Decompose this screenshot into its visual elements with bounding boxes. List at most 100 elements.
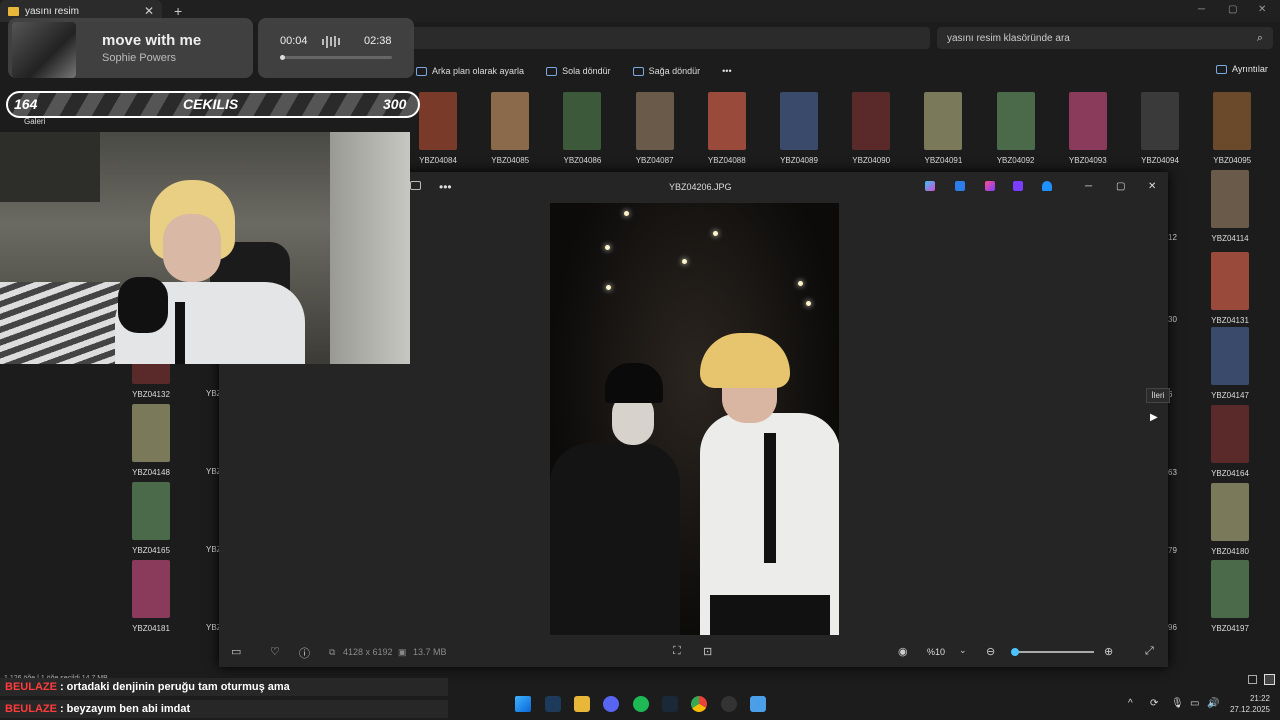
set-background-button[interactable]: Arka plan olarak ayarla	[416, 66, 524, 76]
sidebar-item-galeri[interactable]: Galeri	[24, 117, 45, 126]
thumbnail[interactable]: YBZ04197	[1194, 560, 1266, 633]
heart-icon[interactable]: ♡	[270, 645, 280, 658]
thumbnail[interactable]: YBZ04089	[763, 92, 835, 165]
thumbnail-label: YBZ04131	[1211, 316, 1249, 325]
zoom-slider[interactable]	[1014, 651, 1094, 653]
thumbnail[interactable]: YBZ04094	[1124, 92, 1196, 165]
next-button[interactable]: ▶	[1150, 412, 1164, 426]
thumbnail[interactable]: YBZ04114	[1194, 170, 1266, 243]
rotate-left-button[interactable]: Sola döndür	[546, 66, 611, 76]
taskbar-clock[interactable]: 21:22 27.12.2025	[1224, 693, 1270, 715]
thumbnail-image	[1211, 405, 1249, 463]
chrome-icon[interactable]	[691, 696, 707, 712]
rotate-left-label: Sola döndür	[562, 66, 611, 76]
fit-to-window-icon[interactable]: ⛶	[673, 645, 681, 658]
thumbnail[interactable]: YBZ04148	[115, 404, 187, 477]
chat-text: : beyzayım ben abi imdat	[59, 703, 191, 715]
close-window-button[interactable]: ✕	[1258, 4, 1266, 15]
copilot-icon[interactable]	[925, 181, 935, 191]
app-icon[interactable]	[545, 696, 561, 712]
viewer-more-button[interactable]: •••	[439, 180, 452, 194]
microphone-icon[interactable]: 🎙	[1171, 698, 1184, 709]
total-duration: 02:38	[364, 35, 392, 47]
viewer-minimize-button[interactable]: ─	[1085, 181, 1092, 192]
thumbnail-image	[491, 92, 530, 150]
maximize-button[interactable]: ▢	[1228, 4, 1237, 15]
thumbnail[interactable]: YBZ04181	[115, 560, 187, 633]
thumbnail[interactable]: YBZ04090	[835, 92, 907, 165]
thumbnail-image	[1211, 252, 1249, 310]
zoom-dropdown-icon[interactable]: ⌄	[959, 645, 967, 656]
rotate-right-button[interactable]: Sağa döndür	[632, 66, 700, 76]
thumbnail-image	[1141, 92, 1179, 150]
obs-icon[interactable]	[721, 696, 737, 712]
onedrive-icon[interactable]	[1042, 181, 1052, 191]
microphone	[118, 277, 168, 333]
thumbnail[interactable]: YBZ04091	[907, 92, 979, 165]
file-size: 13.7 MB	[413, 647, 447, 657]
elapsed-time: 00:04	[280, 35, 308, 47]
visual-search-icon[interactable]: ◉	[898, 645, 908, 658]
steam-icon[interactable]	[662, 696, 678, 712]
filmstrip-toggle-icon[interactable]: ▭	[231, 645, 241, 658]
viewer-maximize-button[interactable]: ▢	[1116, 181, 1125, 192]
minimize-button[interactable]: ─	[1198, 4, 1205, 15]
thumbnail-label: YBZ04165	[132, 546, 170, 555]
zoom-level[interactable]: %10	[927, 647, 945, 657]
thumbnail[interactable]: YBZ04165	[115, 482, 187, 555]
zoom-in-icon[interactable]: ⊕	[1104, 645, 1113, 658]
paint-icon[interactable]	[985, 181, 995, 191]
ceiling-light	[713, 231, 718, 236]
spotify-icon[interactable]	[633, 696, 649, 712]
zoom-slider-handle[interactable]	[1011, 648, 1019, 656]
zoom-out-icon[interactable]: ⊖	[986, 645, 995, 658]
details-button[interactable]: Ayrıntılar	[1216, 64, 1268, 74]
streamer-tie	[175, 302, 185, 364]
actual-size-icon[interactable]: ⊡	[703, 645, 712, 658]
playback-time-widget	[258, 18, 414, 78]
viewer-close-button[interactable]: ✕	[1148, 181, 1156, 192]
thumbnail[interactable]: YBZ04086	[546, 92, 618, 165]
address-bar[interactable]	[410, 27, 930, 49]
info-icon[interactable]: ⓘ	[299, 645, 310, 661]
thumbnail-label: YBZ04147	[1211, 391, 1249, 400]
tiles-view-icon[interactable]	[1264, 674, 1275, 685]
more-options-button[interactable]: •••	[722, 66, 731, 76]
search-icon[interactable]: ⌕	[1257, 32, 1263, 45]
tab-close-button[interactable]: ✕	[144, 4, 154, 18]
discord-icon[interactable]	[603, 696, 619, 712]
details-view-icon[interactable]	[1248, 675, 1257, 684]
thumbnail[interactable]: YBZ04087	[619, 92, 691, 165]
start-icon[interactable]	[515, 696, 531, 712]
thumbnail[interactable]: YBZ04095	[1196, 92, 1268, 165]
thumbnail[interactable]: YBZ04164	[1194, 405, 1266, 478]
thumbnail-image	[924, 92, 963, 150]
volume-icon[interactable]: 🔊	[1207, 698, 1219, 709]
thumbnail-label: YBZ04090	[852, 156, 891, 165]
new-tab-button[interactable]: +	[174, 3, 182, 19]
filmstrip-icon[interactable]	[410, 181, 421, 190]
clipchamp-icon[interactable]	[1013, 181, 1023, 191]
thumbnail-image	[852, 92, 891, 150]
chat-message: BEULAZE : ortadaki denjinin peruğu tam o…	[0, 678, 448, 696]
thumbnail[interactable]: YBZ04092	[980, 92, 1052, 165]
thumbnail-image	[1068, 92, 1107, 150]
search-input[interactable]: yasını resim klasöründe ara ⌕	[937, 27, 1273, 49]
tray-overflow-icon[interactable]: ^	[1128, 698, 1133, 709]
thumbnail-label: YBZ04086	[563, 156, 602, 165]
fullscreen-icon[interactable]: ⤢	[1145, 645, 1154, 658]
network-icon[interactable]: ▭	[1190, 698, 1199, 709]
photos-icon[interactable]	[750, 696, 766, 712]
thumbnail[interactable]: YBZ04180	[1194, 483, 1266, 556]
thumbnail[interactable]: YBZ04088	[691, 92, 763, 165]
thumbnail[interactable]: YBZ04131	[1194, 252, 1266, 325]
edit-icon[interactable]	[955, 181, 965, 191]
file-explorer-icon[interactable]	[574, 696, 590, 712]
thumbnail-label: YBZ04180	[1211, 547, 1249, 556]
streamer-face	[163, 214, 221, 282]
desktop: yasını resim ✕ + ─ ▢ ✕ yasını resim klas…	[0, 0, 1280, 720]
thumbnail[interactable]: YBZ04147	[1194, 327, 1266, 400]
thumbnail[interactable]: YBZ04085	[474, 92, 546, 165]
thumbnail[interactable]: YBZ04093	[1052, 92, 1124, 165]
sync-icon[interactable]: ⟳	[1150, 698, 1158, 709]
